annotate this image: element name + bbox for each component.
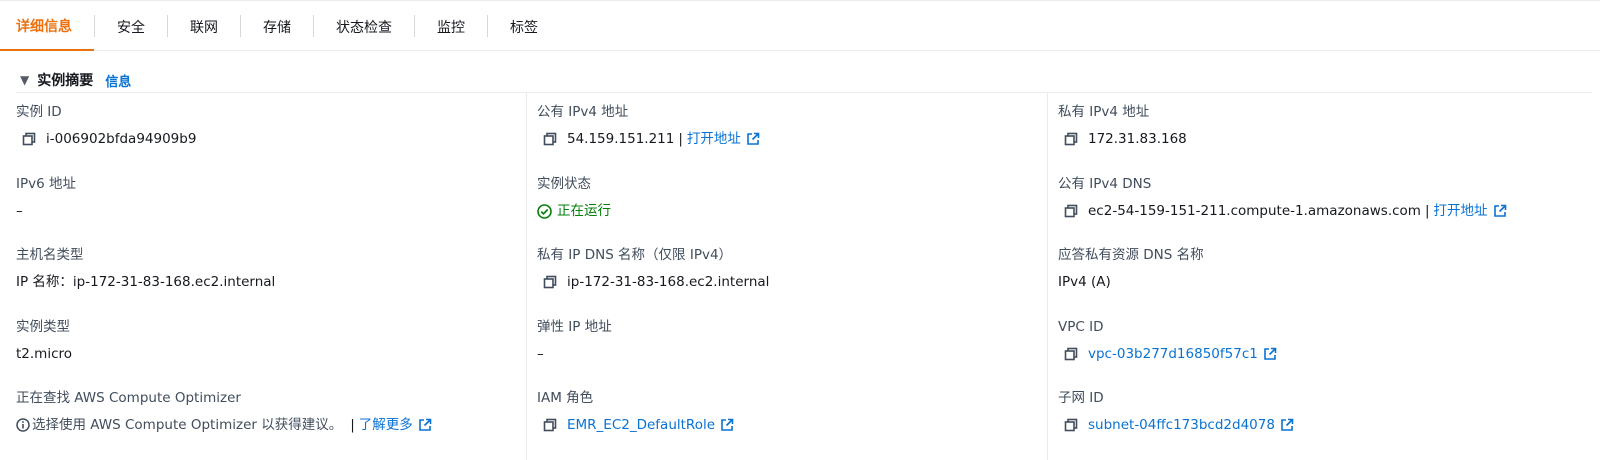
field-label: 应答私有资源 DNS 名称 [1058, 247, 1204, 263]
check-circle-icon [537, 203, 552, 219]
instance-summary-header: ▼ 实例摘要 信息 [16, 68, 1592, 93]
section-title: 实例摘要 [37, 73, 94, 89]
info-icon [16, 418, 30, 432]
copy-icon[interactable] [1064, 132, 1078, 146]
copy-icon[interactable] [543, 275, 557, 289]
optimizer-message: 选择使用 AWS Compute Optimizer 以获得建议。 [32, 417, 343, 433]
elastic-ip-value: – [537, 346, 544, 362]
field-label: 公有 IPv4 地址 [537, 104, 629, 120]
tab-networking[interactable]: 联网 [168, 3, 240, 51]
tab-bar: 详细信息 安全 联网 存储 状态检查 监控 标签 [0, 0, 1600, 51]
field-vpc-id: VPC ID vpc-03b277d16850f57c1 [1058, 318, 1277, 364]
tab-storage[interactable]: 存储 [241, 3, 313, 51]
external-link-icon[interactable] [418, 418, 432, 432]
caret-down-icon[interactable]: ▼ [20, 73, 29, 87]
field-label: 实例类型 [16, 319, 70, 335]
tab-tags[interactable]: 标签 [488, 3, 560, 51]
open-address-link[interactable]: 打开地址 [687, 129, 741, 149]
tab-monitoring[interactable]: 监控 [415, 3, 487, 51]
field-elastic-ip: 弹性 IP 地址 – [537, 318, 612, 364]
field-label: 主机名类型 [16, 247, 84, 263]
external-link-icon[interactable] [1263, 347, 1277, 361]
copy-icon[interactable] [22, 132, 36, 146]
external-link-icon[interactable] [746, 132, 760, 146]
public-ipv4-value: 54.159.151.211 [567, 131, 675, 147]
field-label: 实例状态 [537, 176, 591, 192]
summary-column-1: 实例 ID i-006902bfda94909b9 IPv6 地址 – 主机名类… [16, 93, 526, 460]
vpc-id-link[interactable]: vpc-03b277d16850f57c1 [1088, 344, 1258, 364]
copy-icon[interactable] [543, 418, 557, 432]
field-compute-optimizer: 正在查找 AWS Compute Optimizer 选择使用 AWS Comp… [16, 389, 432, 435]
field-private-dns: 私有 IP DNS 名称（仅限 IPv4） ip-172-31-83-168.e… [537, 246, 769, 292]
field-instance-type: 实例类型 t2.micro [16, 318, 72, 364]
field-label: 子网 ID [1058, 390, 1104, 406]
tab-security[interactable]: 安全 [95, 3, 167, 51]
external-link-icon[interactable] [1280, 418, 1294, 432]
hostname-type-value: IP 名称：ip-172-31-83-168.ec2.internal [16, 274, 276, 290]
learn-more-link[interactable]: 了解更多 [359, 415, 413, 435]
tab-details[interactable]: 详细信息 [0, 3, 94, 51]
field-label: 实例 ID [16, 104, 62, 120]
field-private-ipv4: 私有 IPv4 地址 172.31.83.168 [1058, 103, 1187, 149]
ipv6-value: – [16, 203, 23, 219]
summary-column-2: 公有 IPv4 地址 54.159.151.211 | 打开地址 实例状态 正在… [526, 93, 1046, 460]
field-public-ipv4: 公有 IPv4 地址 54.159.151.211 | 打开地址 [537, 103, 760, 149]
tab-status-checks[interactable]: 状态检查 [314, 3, 414, 51]
field-hostname-type: 主机名类型 IP 名称：ip-172-31-83-168.ec2.interna… [16, 246, 275, 292]
external-link-icon[interactable] [720, 418, 734, 432]
public-dns-value: ec2-54-159-151-211.compute-1.amazonaws.c… [1088, 203, 1421, 219]
field-iam-role: IAM 角色 EMR_EC2_DefaultRole [537, 389, 734, 435]
instance-state-value: 正在运行 [557, 203, 611, 219]
field-label: 私有 IP DNS 名称（仅限 IPv4） [537, 247, 733, 263]
separator: | [678, 131, 683, 147]
field-label: VPC ID [1058, 319, 1104, 335]
field-subnet-id: 子网 ID subnet-04ffc173bcd2d4078 [1058, 389, 1294, 435]
private-ipv4-value: 172.31.83.168 [1088, 131, 1187, 147]
copy-icon[interactable] [543, 132, 557, 146]
separator: | [1424, 203, 1430, 219]
info-link[interactable]: 信息 [105, 71, 131, 90]
field-label: 私有 IPv4 地址 [1058, 104, 1150, 120]
field-instance-id: 实例 ID i-006902bfda94909b9 [16, 103, 196, 149]
summary-column-3: 私有 IPv4 地址 172.31.83.168 公有 IPv4 DNS ec2… [1047, 93, 1600, 460]
field-label: IPv6 地址 [16, 176, 76, 192]
field-label: 公有 IPv4 DNS [1058, 176, 1152, 192]
field-instance-state: 实例状态 正在运行 [537, 175, 611, 221]
copy-icon[interactable] [1064, 347, 1078, 361]
field-label: 弹性 IP 地址 [537, 319, 612, 335]
field-label: IAM 角色 [537, 390, 594, 406]
private-dns-value: ip-172-31-83-168.ec2.internal [567, 274, 770, 290]
field-resource-dns: 应答私有资源 DNS 名称 IPv4 (A) [1058, 246, 1204, 292]
instance-type-value: t2.micro [16, 346, 73, 362]
field-public-dns: 公有 IPv4 DNS ec2-54-159-151-211.compute-1… [1058, 175, 1507, 221]
copy-icon[interactable] [1064, 204, 1078, 218]
field-ipv6: IPv6 地址 – [16, 175, 76, 221]
separator: | [350, 417, 355, 433]
field-label: 正在查找 AWS Compute Optimizer [16, 390, 241, 406]
subnet-id-link[interactable]: subnet-04ffc173bcd2d4078 [1088, 415, 1275, 435]
open-address-link[interactable]: 打开地址 [1434, 201, 1488, 221]
iam-role-link[interactable]: EMR_EC2_DefaultRole [567, 415, 715, 435]
copy-icon[interactable] [1064, 418, 1078, 432]
instance-id-value: i-006902bfda94909b9 [46, 131, 197, 147]
resource-dns-value: IPv4 (A) [1058, 274, 1111, 290]
external-link-icon[interactable] [1493, 204, 1507, 218]
